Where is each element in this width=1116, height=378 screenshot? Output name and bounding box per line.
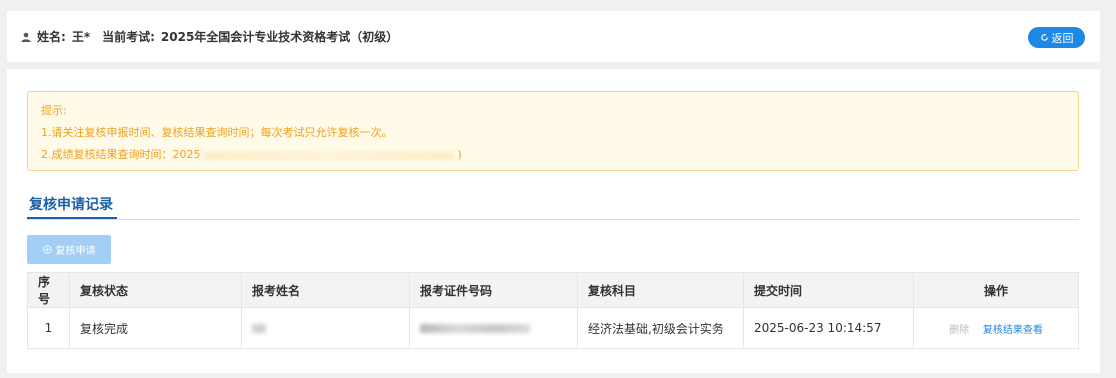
tip-box: 提示: 1.请关注复核申报时间、复核结果查询时间；每次考试只允许复核一次。 2.…: [27, 91, 1079, 171]
row-subjects: 经济法基础,初级会计实务: [577, 307, 744, 349]
col-status: 复核状态: [69, 272, 242, 308]
col-id-number: 报考证件号码: [409, 272, 578, 308]
back-button[interactable]: 返回: [1028, 27, 1085, 48]
apply-review-button[interactable]: 复核申请: [27, 235, 111, 264]
apply-review-label: 复核申请: [55, 246, 96, 257]
col-actions: 操作: [913, 272, 1079, 308]
row-status: 复核完成: [69, 307, 242, 349]
tip-line-1: 1.请关注复核申报时间、复核结果查询时间；每次考试只允许复核一次。: [41, 126, 393, 139]
tip-line-2-suffix: ): [457, 148, 462, 161]
tab-review-records[interactable]: 复核申请记录: [29, 194, 113, 214]
delete-link[interactable]: 删除: [949, 325, 969, 336]
redacted-text: [204, 150, 454, 160]
row-index: 1: [27, 307, 70, 349]
tip-line-2: 2.成绩复核结果查询时间：2025 ): [41, 146, 462, 162]
tip-line-2-prefix: 2.成绩复核结果查询时间：2025: [41, 148, 201, 161]
tip-title: 提示:: [41, 104, 67, 117]
main-card: 提示: 1.请关注复核申报时间、复核结果查询时间；每次考试只允许复核一次。 2.…: [7, 69, 1100, 373]
back-label: 返回: [1051, 31, 1074, 45]
exam-label: 当前考试:: [102, 30, 155, 44]
redacted-name: [252, 324, 266, 333]
table-row: 1 复核完成 经济法基础,初级会计实务 2025-06-23 10:14:57 …: [27, 307, 1079, 349]
user-label: 姓名:: [37, 30, 66, 44]
user-icon: [21, 32, 31, 42]
table-header-row: 序号 复核状态 报考姓名 报考证件号码 复核科目 提交时间 操作: [27, 272, 1079, 308]
row-submit-time: 2025-06-23 10:14:57: [743, 307, 914, 349]
view-result-link[interactable]: 复核结果查看: [983, 325, 1043, 336]
user-name: 王*: [71, 30, 91, 44]
col-index: 序号: [27, 272, 70, 308]
header-card: 姓名: 王* 当前考试: 2025年全国会计专业技术资格考试（初级） 返回: [7, 11, 1100, 62]
records-table: 序号 复核状态 报考姓名 报考证件号码 复核科目 提交时间 操作 1 复核完成 …: [27, 272, 1079, 349]
col-submit-time: 提交时间: [743, 272, 914, 308]
row-id-number: [409, 307, 578, 349]
exam-name: 2025年全国会计专业技术资格考试（初级）: [160, 30, 399, 44]
redacted-id: [420, 324, 530, 333]
user-info: 姓名: 王* 当前考试: 2025年全国会计专业技术资格考试（初级）: [21, 11, 398, 62]
refresh-icon: [1040, 33, 1048, 41]
col-subjects: 复核科目: [577, 272, 744, 308]
col-name: 报考姓名: [241, 272, 410, 308]
plus-circle-icon: [42, 245, 52, 254]
row-name: [241, 307, 410, 349]
tab-divider: [27, 219, 1079, 220]
row-actions: 删除 复核结果查看: [913, 307, 1079, 349]
